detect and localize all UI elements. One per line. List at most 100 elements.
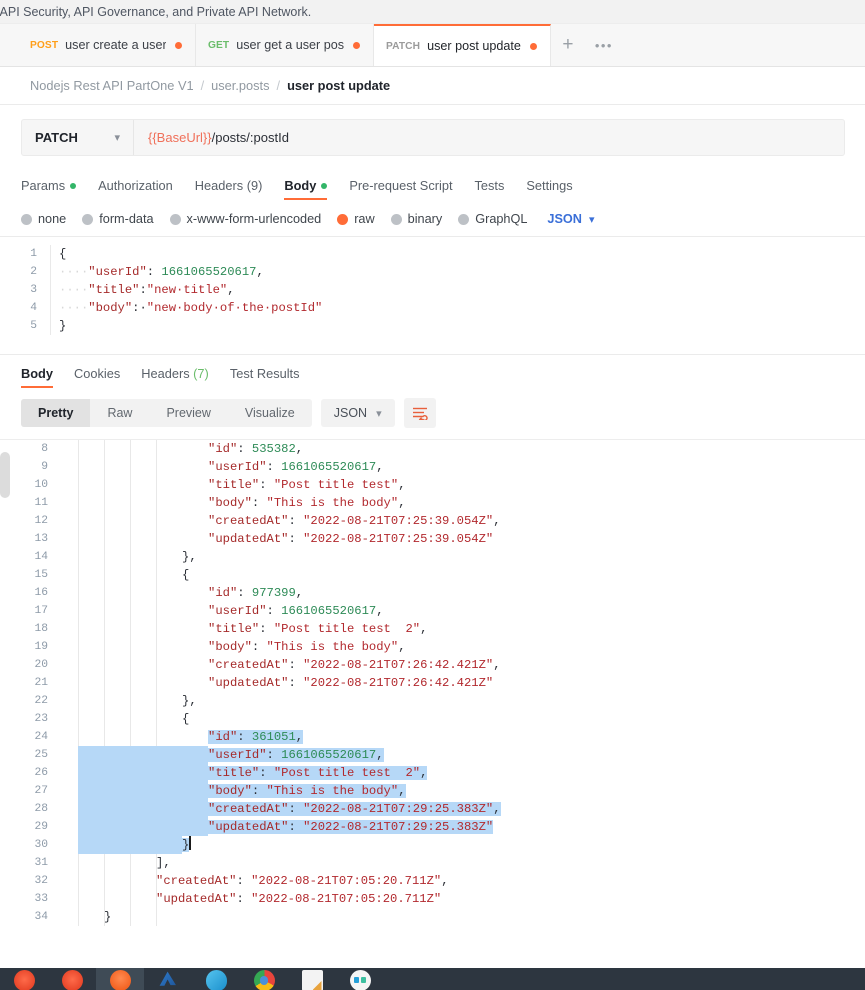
request-tab-body[interactable]: Body (284, 178, 328, 200)
line-number: 16 (34, 587, 48, 599)
code-token: "body" (208, 784, 252, 798)
request-tab-params[interactable]: Params (21, 178, 77, 200)
request-tab-2[interactable]: GET user get a user posts (196, 24, 374, 66)
response-body-viewer[interactable]: 8 "id": 535382, 9 "userId": 1661065520617, 1… (0, 439, 865, 931)
taskbar-app-icon-5[interactable] (192, 968, 240, 990)
body-format-select[interactable]: JSON ▾ (547, 212, 594, 226)
os-taskbar (0, 968, 865, 990)
request-tab-headers-9[interactable]: Headers (9) (195, 178, 263, 200)
url-path: /posts/:postId (211, 130, 289, 145)
line-number: 5 (30, 320, 37, 332)
selection-highlight (78, 800, 208, 818)
code-token: , (441, 874, 449, 888)
request-tab-3[interactable]: PATCH user post update (374, 24, 551, 66)
code-line: 21 "updatedAt": "2022-08-21T07:26:42.421Z… (0, 674, 865, 692)
body-type-binary[interactable]: binary (390, 212, 442, 226)
taskbar-app-icon-3[interactable] (96, 968, 144, 990)
radio-button-icon (390, 213, 402, 225)
word-wrap-toggle[interactable] (403, 398, 436, 428)
response-tab-headers-7[interactable]: Headers (7) (141, 366, 209, 388)
code-line: 23 { (0, 710, 865, 728)
body-type-label: none (38, 212, 67, 226)
taskbar-app-icon-7[interactable] (288, 968, 336, 990)
code-token: "updatedAt" (156, 892, 237, 906)
code-line: 5} (0, 317, 865, 335)
method-select[interactable]: PATCH ▾ (22, 120, 134, 155)
response-view-visualize[interactable]: Visualize (228, 399, 312, 427)
code-token: : (237, 442, 252, 456)
line-number: 28 (34, 803, 48, 815)
body-type-form-data[interactable]: form-data (82, 212, 154, 226)
body-type-label: raw (354, 212, 375, 226)
postman-window: ration, API Security, API Governance, an… (0, 0, 865, 990)
taskbar-app-icon-4[interactable] (144, 968, 192, 990)
code-tokens: ], (156, 856, 171, 870)
code-token: "This is the body" (266, 784, 399, 798)
request-tab-settings[interactable]: Settings (526, 178, 572, 200)
response-tab-body[interactable]: Body (21, 366, 53, 388)
code-token: : (251, 640, 267, 654)
code-line-content: ], (60, 854, 171, 872)
request-tab-1[interactable]: POST user create a user po (18, 24, 196, 66)
body-type-graphql[interactable]: GraphQL (458, 212, 527, 226)
body-type-none[interactable]: none (21, 212, 66, 226)
code-line-content: "userId": 1661065520617, (60, 458, 384, 476)
line-number: 1 (30, 248, 37, 260)
code-token: "body" (88, 301, 133, 315)
code-line: 25 "userId": 1661065520617, (0, 746, 865, 764)
url-input[interactable]: {{BaseUrl}}/posts/:postId (134, 120, 844, 155)
response-tab-count: (7) (193, 366, 209, 381)
code-line-content: "userId": 1661065520617, (60, 602, 384, 620)
code-token: : (259, 478, 274, 492)
code-line: 12 "createdAt": "2022-08-21T07:25:39.054Z… (0, 512, 865, 530)
code-line-content: "createdAt": "2022-08-21T07:05:20.711Z", (60, 872, 449, 890)
code-tokens: "id": 535382, (208, 442, 303, 456)
tab-options-button[interactable]: ••• (584, 24, 623, 66)
response-tab-test-results[interactable]: Test Results (230, 366, 300, 388)
line-number: 4 (30, 302, 37, 314)
code-token: "new·body·of·the·postId" (146, 301, 323, 315)
line-number: 33 (34, 893, 48, 905)
code-token: "updatedAt" (208, 676, 289, 690)
request-tab-tests[interactable]: Tests (475, 178, 505, 200)
line-number: 13 (34, 533, 48, 545)
response-view-raw[interactable]: Raw (90, 399, 149, 427)
code-token: "createdAt" (208, 658, 289, 672)
request-tab-authorization[interactable]: Authorization (98, 178, 173, 200)
code-token: "2022-08-21T07:25:39.054Z" (303, 532, 494, 546)
response-view-preview[interactable]: Preview (149, 399, 227, 427)
breadcrumb-collection[interactable]: Nodejs Rest API PartOne V1 (30, 78, 194, 93)
breadcrumb-folder[interactable]: user.posts (211, 78, 269, 93)
selection-highlight (78, 818, 208, 836)
taskbar-app-icon-1[interactable] (0, 968, 48, 990)
code-tokens: "updatedAt": "2022-08-21T07:05:20.711Z" (156, 892, 441, 906)
body-type-raw[interactable]: raw (337, 212, 375, 226)
request-section-tabs: Params Authorization Headers (9) Body Pre-re… (0, 166, 865, 200)
breadcrumb-request[interactable]: user post update (287, 78, 390, 93)
code-line: 22}, (0, 692, 865, 710)
request-body-editor[interactable]: 1{2 ····"userId": 1661065520617, 3 ····"tit… (0, 237, 865, 355)
code-tokens: "id": 361051, (208, 730, 304, 744)
response-view-pretty[interactable]: Pretty (21, 399, 91, 427)
taskbar-app-icon-6[interactable] (240, 968, 288, 990)
tab-strip-filler (622, 24, 865, 66)
request-tab-pre-request-script[interactable]: Pre-request Script (349, 178, 452, 200)
line-number: 2 (30, 266, 37, 278)
code-line: 20 "createdAt": "2022-08-21T07:26:42.421Z… (0, 656, 865, 674)
response-format-select[interactable]: JSON ▾ (320, 399, 395, 427)
line-number: 30 (34, 839, 48, 851)
body-type-x-www-form-urlencoded[interactable]: x-www-form-urlencoded (169, 212, 321, 226)
response-tab-cookies[interactable]: Cookies (74, 366, 120, 388)
code-token: , (376, 460, 384, 474)
code-token: "id" (208, 586, 238, 600)
code-token: "2022-08-21T07:05:20.711Z" (251, 874, 442, 888)
taskbar-app-icon-2[interactable] (48, 968, 96, 990)
code-line-content: } (50, 317, 66, 335)
code-line: 24 "id": 361051, (0, 728, 865, 746)
breadcrumb-separator-1: / (200, 78, 205, 93)
code-line-content: "updatedAt": "2022-08-21T07:26:42.421Z" (60, 674, 493, 692)
code-token: }, (182, 694, 197, 708)
code-token: "title" (208, 766, 260, 780)
new-tab-button[interactable]: + (550, 24, 585, 66)
taskbar-app-icon-8[interactable] (336, 968, 384, 990)
